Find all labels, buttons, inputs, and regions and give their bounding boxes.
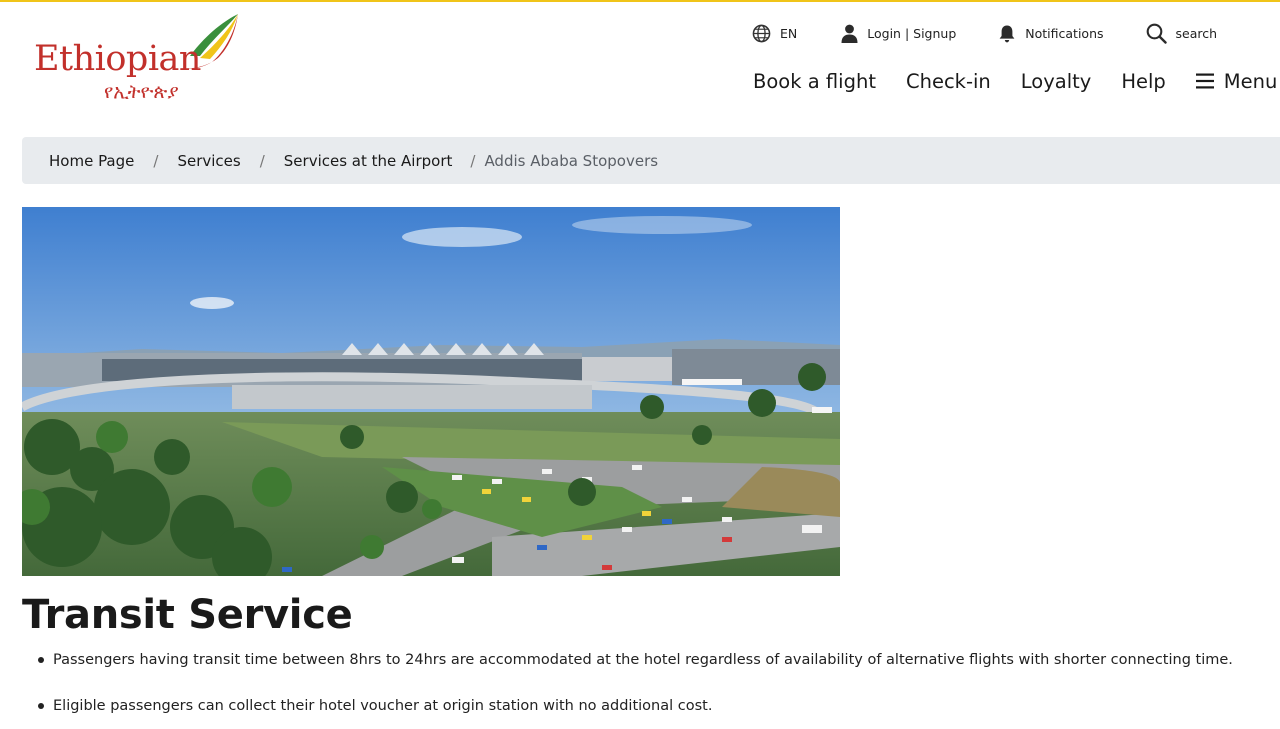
breadcrumb-separator: / <box>470 151 476 170</box>
hero-airport-image <box>22 207 840 576</box>
nav-loyalty[interactable]: Loyalty <box>1021 70 1092 93</box>
nav-check-in[interactable]: Check-in <box>906 70 991 93</box>
transit-info-list: Passengers having transit time between 8… <box>38 650 1258 716</box>
site-header: Ethiopian የኢትዮጵያ EN Login | Signup Notif… <box>0 2 1280 122</box>
user-icon <box>841 24 858 43</box>
main-navigation: Book a flight Check-in Loyalty Help Menu <box>753 66 1277 96</box>
breadcrumb-current-page: Addis Ababa Stopovers <box>484 151 659 170</box>
breadcrumb-separator: / <box>259 151 265 170</box>
logo-wordmark-amharic: የኢትዮጵያ <box>104 81 179 103</box>
page-title: Transit Service <box>22 592 353 638</box>
nav-book-a-flight[interactable]: Book a flight <box>753 70 876 93</box>
ethiopian-logo[interactable]: Ethiopian የኢትዮጵያ <box>30 12 245 107</box>
globe-icon <box>752 24 771 43</box>
utility-bar: EN Login | Signup Notifications search <box>752 20 1217 46</box>
login-signup-link[interactable]: Login | Signup <box>841 24 956 43</box>
breadcrumb-separator: / <box>153 151 159 170</box>
hamburger-icon <box>1195 73 1214 89</box>
login-signup-label: Login | Signup <box>867 25 957 41</box>
breadcrumb-services[interactable]: Services <box>177 152 240 170</box>
menu-button[interactable]: Menu <box>1195 69 1278 93</box>
language-label: EN <box>780 25 798 41</box>
notifications-button[interactable]: Notifications <box>998 24 1104 43</box>
language-selector[interactable]: EN <box>752 24 797 43</box>
list-item: Eligible passengers can collect their ho… <box>38 696 1258 716</box>
breadcrumb-services-at-airport[interactable]: Services at the Airport <box>284 152 453 170</box>
search-icon <box>1146 23 1167 44</box>
logo-wordmark: Ethiopian <box>34 39 201 79</box>
notifications-label: Notifications <box>1025 25 1104 41</box>
breadcrumb-home-page[interactable]: Home Page <box>49 152 134 170</box>
list-item: Passengers having transit time between 8… <box>38 650 1258 670</box>
menu-label: Menu <box>1223 69 1278 93</box>
search-button[interactable]: search <box>1146 23 1218 44</box>
nav-help[interactable]: Help <box>1121 70 1165 93</box>
bell-icon <box>998 24 1016 43</box>
breadcrumb: Home Page / Services / Services at the A… <box>22 137 1280 184</box>
search-label: search <box>1175 25 1218 41</box>
